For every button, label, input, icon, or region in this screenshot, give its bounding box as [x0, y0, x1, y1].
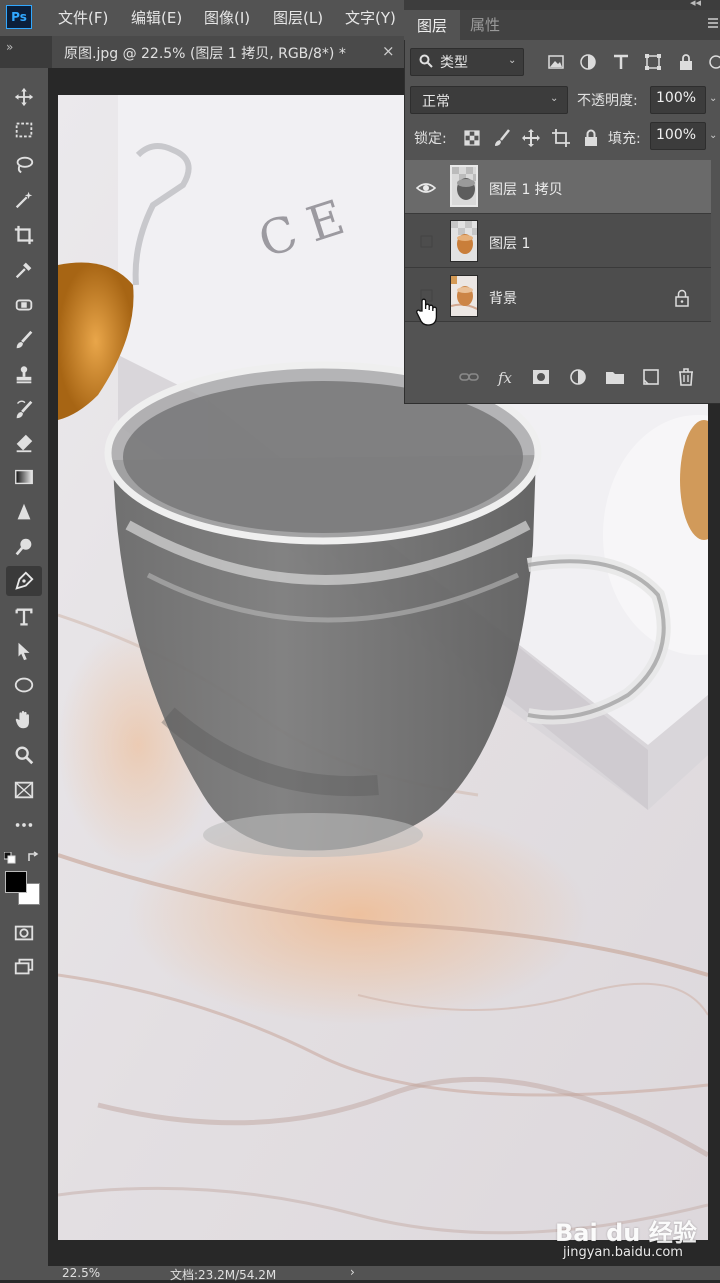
lock-all-icon[interactable]	[581, 128, 601, 148]
hand-icon[interactable]	[6, 705, 42, 735]
panel-header	[404, 0, 720, 10]
lasso-icon[interactable]	[6, 150, 42, 180]
menu-layer[interactable]: 图层(L)	[273, 7, 323, 28]
new-layer-icon[interactable]	[640, 366, 662, 388]
gradient-icon[interactable]	[6, 462, 42, 492]
new-group-folder-icon[interactable]	[604, 366, 626, 388]
crop-icon[interactable]	[6, 220, 42, 250]
layer-name[interactable]: 图层 1	[489, 233, 530, 253]
lock-image-pixels-icon[interactable]	[492, 128, 512, 148]
layer-filter-label: 类型	[440, 55, 468, 71]
lock-transparent-pixels-icon[interactable]	[462, 128, 482, 148]
new-adjustment-layer-icon[interactable]	[567, 366, 589, 388]
close-document-icon[interactable]: ×	[382, 42, 395, 60]
menu-image[interactable]: 图像(I)	[204, 7, 250, 28]
shape-layer-filter-icon[interactable]	[643, 52, 663, 72]
lock-label: 锁定:	[414, 131, 447, 147]
quick-mask-icon[interactable]	[6, 918, 42, 948]
layer-name[interactable]: 背景	[489, 288, 517, 308]
layer-thumbnail	[450, 220, 478, 262]
type-icon[interactable]	[6, 602, 42, 632]
menu-type[interactable]: 文字(Y)	[345, 7, 396, 28]
pixel-layer-filter-icon[interactable]	[546, 52, 566, 72]
baidu-jingyan-watermark: Bai du 经验	[555, 1219, 697, 1247]
adjustment-layer-filter-icon[interactable]	[578, 52, 598, 72]
frame-icon[interactable]	[6, 775, 42, 805]
visibility-toggle-empty[interactable]	[416, 234, 436, 250]
visibility-eye-icon[interactable]	[415, 180, 437, 196]
link-layers-icon[interactable]	[458, 366, 480, 388]
layer-thumbnail	[450, 165, 478, 207]
layer-lock-icon	[674, 289, 690, 307]
ellipse-icon[interactable]	[6, 670, 42, 700]
filter-toggle-icon[interactable]	[706, 52, 720, 72]
hand-cursor-icon	[414, 297, 440, 327]
menu-edit[interactable]: 编辑(E)	[131, 7, 182, 28]
history-brush-icon[interactable]	[6, 395, 42, 425]
chevron-down-icon: ⌄	[550, 93, 559, 104]
type-layer-filter-icon[interactable]	[611, 52, 631, 72]
layer-style-fx-icon[interactable]: fx	[496, 366, 518, 388]
healing-brush-icon[interactable]	[6, 290, 42, 320]
brush-icon[interactable]	[6, 325, 42, 355]
lock-artboard-icon[interactable]	[551, 128, 571, 148]
status-bar	[0, 1266, 720, 1280]
zoom-icon[interactable]	[6, 740, 42, 770]
menu-file[interactable]: 文件(F)	[58, 7, 108, 28]
svg-text:fx: fx	[497, 369, 513, 387]
tab-layers[interactable]: 图层	[404, 10, 460, 40]
eyedropper-icon[interactable]	[6, 255, 42, 285]
document-size: 文档:23.2M/54.2M	[170, 1268, 277, 1282]
opacity-label: 不透明度:	[577, 93, 638, 109]
tab-properties[interactable]: 属性	[470, 14, 500, 35]
marquee-icon[interactable]	[6, 115, 42, 145]
more-icon[interactable]	[6, 810, 42, 840]
screen-mode-icon[interactable]	[6, 952, 42, 982]
zoom-level[interactable]: 22.5%	[62, 1266, 100, 1280]
status-menu-arrow[interactable]: ›	[350, 1265, 355, 1279]
chevron-down-icon[interactable]: ⌄	[709, 93, 717, 104]
panel-menu-icon[interactable]	[706, 14, 720, 32]
photoshop-logo[interactable]: Ps	[6, 5, 32, 29]
opacity-value: 100%	[656, 90, 697, 106]
collapse-panel-icon[interactable]: ◂◂	[690, 0, 701, 9]
clone-stamp-icon[interactable]	[6, 360, 42, 390]
fill-value: 100%	[656, 127, 697, 143]
watermark-url: jingyan.baidu.com	[563, 1245, 683, 1260]
smart-object-filter-icon[interactable]	[676, 52, 696, 72]
lock-position-icon[interactable]	[521, 128, 541, 148]
dodge-icon[interactable]	[6, 532, 42, 562]
swap-colors-icon[interactable]	[26, 849, 40, 863]
add-mask-icon[interactable]	[530, 366, 552, 388]
magic-wand-icon[interactable]	[6, 185, 42, 215]
eraser-icon[interactable]	[6, 428, 42, 458]
chevron-down-icon[interactable]: ⌄	[709, 130, 717, 141]
blur-icon[interactable]	[6, 497, 42, 527]
layer-name[interactable]: 图层 1 拷贝	[489, 179, 563, 199]
move-icon[interactable]	[6, 82, 42, 112]
default-colors-icon[interactable]	[3, 849, 16, 864]
chevron-down-icon: ⌄	[508, 55, 517, 66]
search-icon	[418, 53, 434, 69]
foreground-color-swatch[interactable]	[5, 871, 27, 893]
layers-panel-footer	[405, 352, 719, 402]
delete-layer-trash-icon[interactable]	[675, 366, 697, 388]
fill-label: 填充:	[608, 131, 641, 147]
pen-icon[interactable]	[6, 566, 42, 596]
layer-thumbnail	[450, 275, 478, 317]
path-selection-icon[interactable]	[6, 636, 42, 666]
blend-mode-value: 正常	[422, 94, 450, 110]
collapse-toolbar-icon[interactable]: »	[6, 40, 13, 54]
document-tab-title: 原图.jpg @ 22.5% (图层 1 拷贝, RGB/8*) *	[64, 46, 346, 62]
